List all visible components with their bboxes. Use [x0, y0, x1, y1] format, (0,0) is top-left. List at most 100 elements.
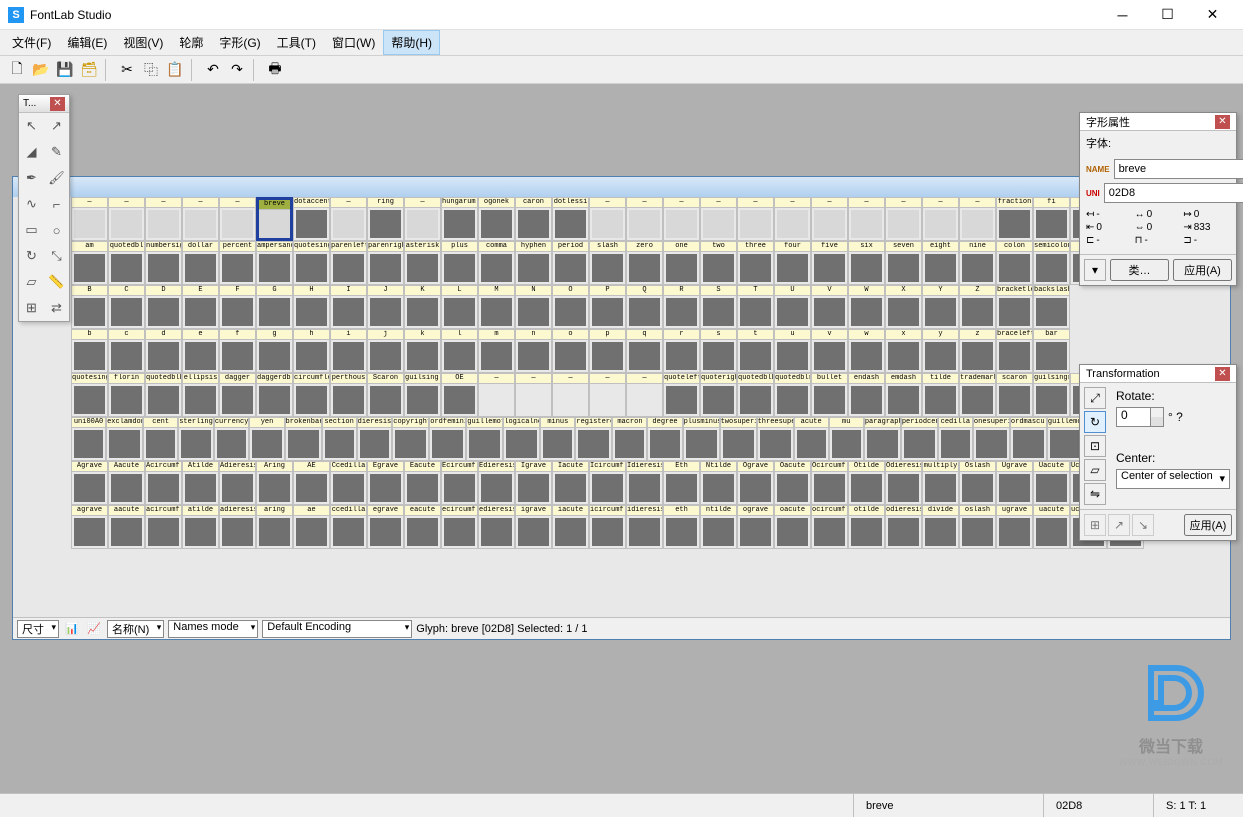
glyph-cell[interactable]: —: [589, 197, 626, 241]
glyph-cell[interactable]: plus: [441, 241, 478, 285]
glyph-cell[interactable]: Eacute: [404, 461, 441, 505]
glyph-cell[interactable]: —: [626, 197, 663, 241]
glyph-cell[interactable]: dotlessi: [552, 197, 589, 241]
transformation-title[interactable]: Transformation ✕: [1080, 365, 1236, 383]
glyph-cell[interactable]: threesupe: [757, 417, 794, 461]
glyph-cell[interactable]: six: [848, 241, 885, 285]
glyph-cell[interactable]: sterling: [178, 417, 214, 461]
glyph-cell[interactable]: W: [848, 285, 885, 329]
hint-tool[interactable]: ⊞: [19, 295, 44, 321]
glyph-cell[interactable]: X: [885, 285, 922, 329]
glyph-cell[interactable]: yen: [249, 417, 284, 461]
paste-button[interactable]: 📋: [164, 59, 186, 81]
glyph-cell[interactable]: P: [589, 285, 626, 329]
glyph-cell[interactable]: periodcen: [901, 417, 938, 461]
glyph-cell[interactable]: guillemot: [466, 417, 503, 461]
glyph-cell[interactable]: R: [663, 285, 700, 329]
glyph-cell[interactable]: brokenbar: [285, 417, 322, 461]
redo-button[interactable]: ↷: [226, 59, 248, 81]
glyph-cell[interactable]: c: [108, 329, 145, 373]
curve-tool[interactable]: ∿: [19, 191, 44, 217]
maximize-button[interactable]: ☐: [1145, 0, 1190, 30]
glyph-cell[interactable]: quotedblb: [737, 373, 774, 417]
glyph-cell[interactable]: percent: [219, 241, 256, 285]
glyph-cell[interactable]: cent: [143, 417, 178, 461]
glyph-cell[interactable]: colon: [996, 241, 1033, 285]
glyph-cell[interactable]: quotedbl: [108, 241, 145, 285]
glyph-cell[interactable]: ordfemini: [429, 417, 466, 461]
glyph-cell[interactable]: iacute: [552, 505, 589, 549]
rect-tool[interactable]: ▭: [19, 217, 44, 243]
glyph-cell[interactable]: N: [515, 285, 552, 329]
glyph-cell[interactable]: seven: [885, 241, 922, 285]
copy-button[interactable]: ⿻: [140, 59, 162, 81]
unicode-input[interactable]: [1104, 183, 1243, 203]
center-select[interactable]: Center of selection: [1116, 469, 1230, 489]
ellipse-tool[interactable]: ○: [44, 217, 69, 243]
glyph-cell[interactable]: ae: [293, 505, 330, 549]
glyph-cell[interactable]: mu: [829, 417, 864, 461]
brush-tool[interactable]: 🖌: [44, 165, 69, 191]
cut-button[interactable]: ✂: [116, 59, 138, 81]
glyph-cell[interactable]: —: [922, 197, 959, 241]
glyph-cell[interactable]: ellipsis: [182, 373, 219, 417]
glyph-cell[interactable]: zero: [626, 241, 663, 285]
glyph-cell[interactable]: acircumfl: [145, 505, 182, 549]
glyph-cell[interactable]: q: [626, 329, 663, 373]
category-button[interactable]: 类…: [1110, 259, 1169, 281]
glyph-cell[interactable]: semicolon: [1033, 241, 1070, 285]
arrow-tool[interactable]: ↖: [19, 113, 44, 139]
glyph-cell[interactable]: fi: [1033, 197, 1070, 241]
glyph-cell[interactable]: r: [663, 329, 700, 373]
glyph-cell[interactable]: Ccedilla: [330, 461, 367, 505]
glyph-cell[interactable]: aacute: [108, 505, 145, 549]
print-button[interactable]: 🖶: [264, 59, 286, 81]
glyph-cell[interactable]: paragraph: [864, 417, 901, 461]
glyph-cell[interactable]: Otilde: [848, 461, 885, 505]
glyph-properties-close[interactable]: ✕: [1215, 115, 1230, 129]
glyph-cell[interactable]: caron: [515, 197, 552, 241]
glyph-cell[interactable]: odieresis: [885, 505, 922, 549]
glyph-cell[interactable]: endash: [848, 373, 885, 417]
glyph-cell[interactable]: C: [108, 285, 145, 329]
glyph-cell[interactable]: parenrigh: [367, 241, 404, 285]
glyph-cell[interactable]: —: [626, 373, 663, 417]
glyph-cell[interactable]: atilde: [182, 505, 219, 549]
glyph-cell[interactable]: currency: [214, 417, 250, 461]
glyph-cell[interactable]: I: [330, 285, 367, 329]
glyph-cell[interactable]: Z: [959, 285, 996, 329]
glyph-cell[interactable]: Uacute: [1033, 461, 1070, 505]
glyph-cell[interactable]: am: [71, 241, 108, 285]
glyph-cell[interactable]: five: [811, 241, 848, 285]
glyph-cell[interactable]: braceleft: [996, 329, 1033, 373]
glyph-cell[interactable]: p: [589, 329, 626, 373]
glyph-cell[interactable]: Acircumfl: [145, 461, 182, 505]
rotate-tab[interactable]: ↻: [1084, 411, 1106, 433]
glyph-cell[interactable]: guilsingr: [1033, 373, 1070, 417]
glyph-cell[interactable]: guilsingl: [404, 373, 441, 417]
glyph-cell[interactable]: comma: [478, 241, 515, 285]
glyph-cell[interactable]: M: [478, 285, 515, 329]
glyph-cell[interactable]: numbersig: [145, 241, 182, 285]
glyph-cell[interactable]: F: [219, 285, 256, 329]
glyph-cell[interactable]: x: [885, 329, 922, 373]
glyph-cell[interactable]: Y: [922, 285, 959, 329]
menu-item[interactable]: 帮助(H): [383, 30, 440, 55]
font-window-titlebar[interactable]: 未标题 _ ❐ ✕: [13, 177, 1230, 197]
glyph-cell[interactable]: period: [552, 241, 589, 285]
glyph-name-input[interactable]: [1114, 159, 1243, 179]
names-mode-combo[interactable]: Names mode: [168, 620, 258, 638]
glyph-cell[interactable]: V: [811, 285, 848, 329]
glyph-cell[interactable]: E: [182, 285, 219, 329]
glyph-cell[interactable]: Iacute: [552, 461, 589, 505]
menu-item[interactable]: 视图(V): [115, 30, 171, 55]
glyph-cell[interactable]: circumfle: [293, 373, 330, 417]
glyph-cell[interactable]: t: [737, 329, 774, 373]
encoding-combo[interactable]: Default Encoding: [262, 620, 412, 638]
undo-button[interactable]: ↶: [202, 59, 224, 81]
glyph-cell[interactable]: j: [367, 329, 404, 373]
glyph-cell[interactable]: —: [515, 373, 552, 417]
size-combo[interactable]: 尺寸: [17, 620, 59, 638]
rotate-tool[interactable]: ↻: [19, 243, 44, 269]
glyph-cell[interactable]: —: [774, 197, 811, 241]
